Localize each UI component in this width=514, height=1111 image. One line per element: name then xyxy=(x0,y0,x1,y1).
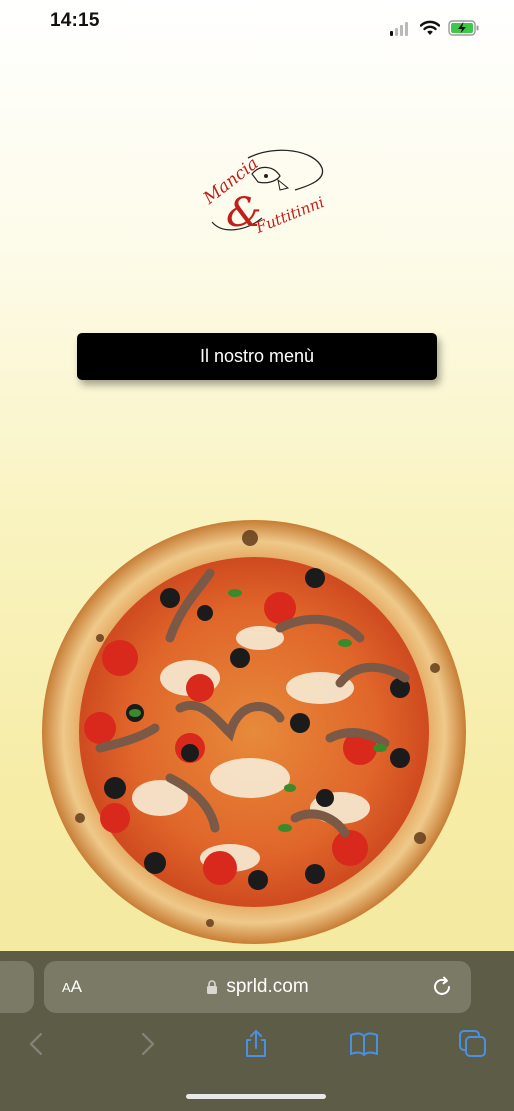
bookmarks-icon[interactable] xyxy=(349,1029,379,1059)
wifi-icon xyxy=(420,20,440,35)
logo: Mancia & Futtitinni xyxy=(200,149,327,237)
share-icon[interactable] xyxy=(241,1029,271,1059)
status-bar: 14:15 xyxy=(0,0,514,44)
url-text: sprld.com xyxy=(226,976,309,997)
forward-icon[interactable] xyxy=(132,1029,162,1059)
back-icon[interactable] xyxy=(22,1029,52,1059)
menu-button[interactable]: Il nostro menù xyxy=(77,333,437,380)
pizza-image xyxy=(42,520,466,944)
tabs-icon[interactable] xyxy=(458,1029,488,1059)
url-display[interactable]: sprld.com xyxy=(44,961,471,1013)
home-indicator[interactable] xyxy=(186,1094,326,1099)
lock-icon xyxy=(207,979,218,994)
status-time: 14:15 xyxy=(50,10,100,31)
address-bar[interactable]: AA sprld.com xyxy=(44,961,471,1013)
battery-charging-icon xyxy=(448,20,479,36)
cellular-signal-icon xyxy=(390,22,412,36)
logo-text-futtitinni: Futtitinni xyxy=(252,193,326,237)
previous-tab-preview[interactable] xyxy=(0,961,34,1013)
reload-icon[interactable] xyxy=(432,976,454,998)
